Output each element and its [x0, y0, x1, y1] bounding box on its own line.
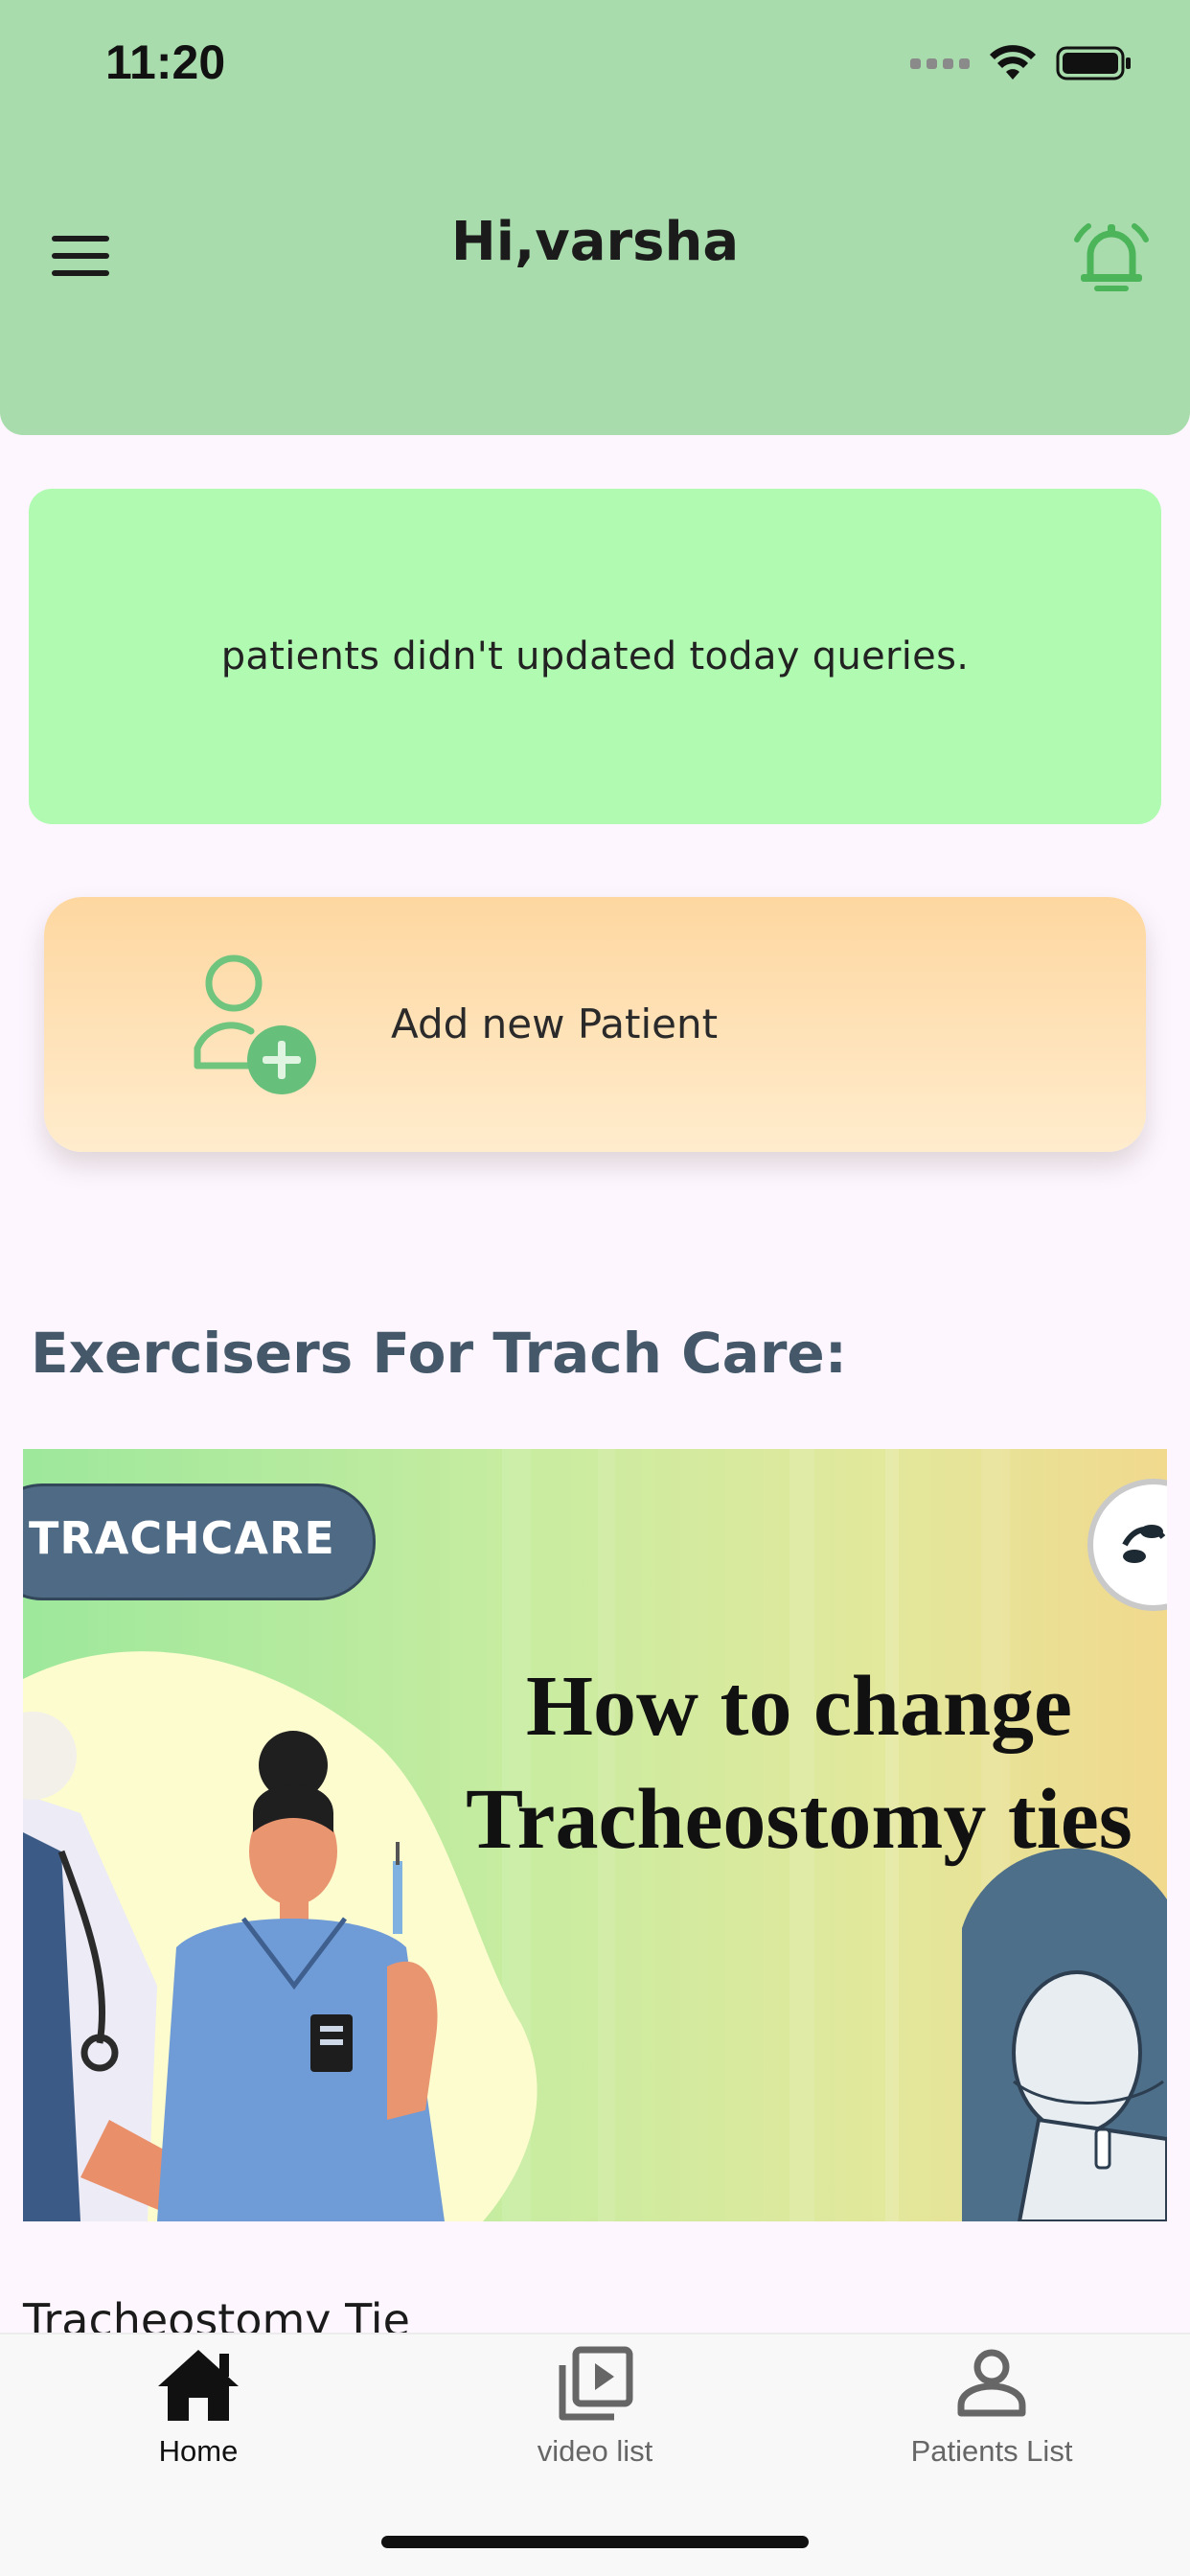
- nav-video-list[interactable]: video list: [451, 2344, 739, 2497]
- nav-video-list-label: video list: [537, 2434, 653, 2468]
- status-time: 11:20: [105, 35, 226, 89]
- video-library-icon: [559, 2346, 633, 2421]
- leaf-logo-icon: [1087, 1479, 1167, 1611]
- battery-icon: [1056, 45, 1133, 81]
- patient-illustration: [962, 1848, 1167, 2221]
- app-header: 11:20 Hi,varsha: [0, 0, 1190, 435]
- pending-queries-message: patients didn't updated today queries.: [220, 634, 970, 678]
- status-icons: [910, 44, 1133, 82]
- greeting-title: Hi,varsha: [450, 211, 740, 273]
- add-patient-icon: [178, 943, 360, 1116]
- pending-queries-card[interactable]: patients didn't updated today queries.: [29, 489, 1161, 824]
- wifi-icon: [989, 45, 1037, 81]
- alarm-bell-icon[interactable]: [1069, 218, 1154, 295]
- person-icon: [957, 2349, 1026, 2417]
- section-title: Exercisers For Trach Care:: [31, 1321, 847, 1386]
- add-new-patient-button[interactable]: Add new Patient: [44, 897, 1146, 1152]
- home-icon: [158, 2350, 239, 2421]
- nav-home-label: Home: [158, 2434, 239, 2468]
- cellular-signal-icon: [910, 58, 970, 69]
- add-new-patient-label: Add new Patient: [391, 1000, 719, 1047]
- video-thumbnail[interactable]: TRACHCARE How to change Tracheostomy tie…: [23, 1449, 1167, 2221]
- thumbnail-illustration: [23, 1479, 1167, 2221]
- nurse-illustration: [157, 1731, 445, 2221]
- home-indicator: [381, 2536, 809, 2548]
- nav-home[interactable]: Home: [55, 2344, 342, 2497]
- nav-patients-list-label: Patients List: [910, 2434, 1073, 2468]
- nav-patients-list[interactable]: Patients List: [848, 2344, 1135, 2497]
